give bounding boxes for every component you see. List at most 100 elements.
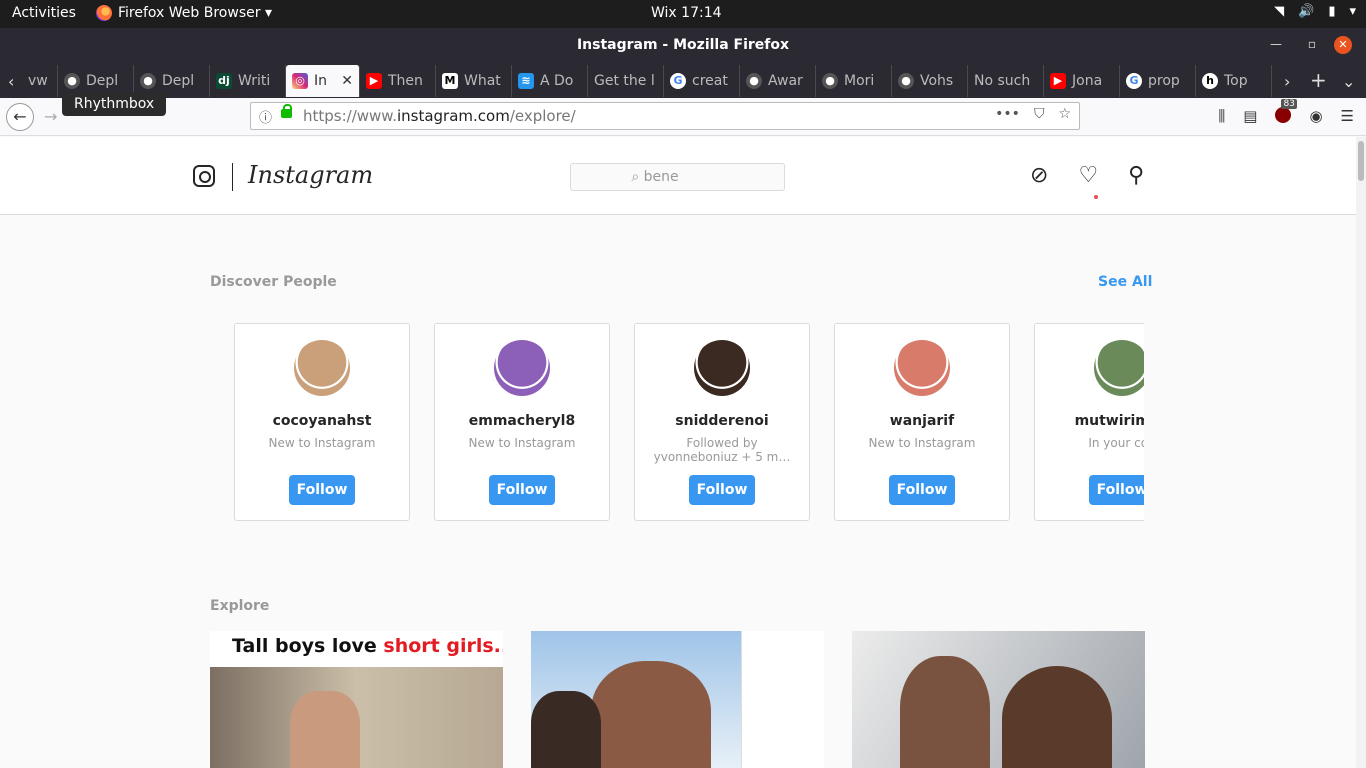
username[interactable]: wanjarif <box>835 413 1009 429</box>
library-icon[interactable]: ⫼ <box>1218 107 1225 125</box>
tab-label: Get the l <box>594 73 655 89</box>
explore-post[interactable] <box>531 631 824 768</box>
account-icon[interactable]: ◉ <box>1309 107 1322 125</box>
google-icon: G <box>670 73 686 89</box>
new-tab-icon[interactable]: + <box>1310 68 1327 92</box>
avatar[interactable] <box>894 340 950 396</box>
scroll-tabs-right-icon[interactable]: › <box>1284 72 1290 91</box>
post-person <box>1002 666 1112 768</box>
system-top-bar: Activities Firefox Web Browser ▾ Wix 17:… <box>0 0 1366 28</box>
url-bar[interactable]: ⓘ https://www.instagram.com/explore/ •••… <box>250 102 1080 130</box>
system-tray[interactable]: ◥ 🔊 ▮ ▾ <box>1274 4 1356 19</box>
post-person <box>290 691 360 768</box>
volume-icon: 🔊 <box>1298 4 1315 19</box>
search-input[interactable] <box>643 169 724 185</box>
browser-tab[interactable]: No such <box>968 65 1044 97</box>
explore-post[interactable]: Tall boys love short girls.. <box>210 631 503 768</box>
sidebar-icon[interactable]: ▤ <box>1243 107 1257 125</box>
suggestion-reason: New to Instagram <box>868 436 976 450</box>
instagram-wordmark[interactable]: Instagram <box>248 161 373 189</box>
tab-strip: ‹ vw ● Depl ● Depl dj Writi ◎ In ✕ ▶ Then M What ≋ A Do… <box>0 62 1366 98</box>
follow-button[interactable]: Follow <box>489 475 555 505</box>
heart-icon[interactable]: ♡ <box>1078 163 1098 188</box>
hamburger-menu-icon[interactable]: ☰ <box>1341 107 1354 125</box>
github-icon: ● <box>898 73 914 89</box>
username[interactable]: snidderenoi <box>635 413 809 429</box>
comment-panel <box>741 631 824 768</box>
avatar[interactable] <box>694 340 750 396</box>
profile-icon[interactable]: ⚲ <box>1128 163 1144 188</box>
browser-tab[interactable]: ≋ A Do <box>512 65 588 97</box>
avatar[interactable] <box>1094 340 1144 396</box>
battery-icon: ▮ <box>1328 4 1336 19</box>
tab-label: Jona <box>1072 73 1103 89</box>
app-menu[interactable]: Firefox Web Browser ▾ <box>96 5 272 21</box>
back-button[interactable]: ← <box>6 103 34 131</box>
tab-active[interactable]: ◎ In ✕ <box>286 65 360 97</box>
search-box[interactable]: ⌕ <box>570 163 785 191</box>
django-icon: dj <box>216 73 232 89</box>
follow-button[interactable]: Follow <box>289 475 355 505</box>
browser-tab[interactable]: dj Writi <box>210 65 286 97</box>
list-tabs-icon[interactable]: ⌄ <box>1342 72 1355 91</box>
clock[interactable]: Wix 17:14 <box>651 5 722 21</box>
bookmark-star-icon[interactable]: ☆ <box>1058 106 1071 122</box>
browser-tab[interactable]: vw <box>22 65 58 97</box>
forward-button[interactable]: → <box>44 107 57 126</box>
close-window-button[interactable]: ✕ <box>1334 36 1352 54</box>
explore-compass-icon[interactable]: ⊘ <box>1030 163 1048 188</box>
username[interactable]: cocoyanahst <box>235 413 409 429</box>
browser-tab[interactable]: Gcreat <box>664 65 740 97</box>
person-card: cocoyanahst New to Instagram Follow <box>234 323 410 521</box>
site-info-icon[interactable]: ⓘ <box>259 107 272 126</box>
browser-tab[interactable]: Gprop <box>1120 65 1196 97</box>
maximize-icon[interactable]: ▫ <box>1308 37 1316 51</box>
browser-tab[interactable]: ● Awar <box>740 65 816 97</box>
explore-post[interactable] <box>852 631 1145 768</box>
page-actions-icon[interactable]: ••• <box>995 106 1020 122</box>
follow-button[interactable]: Follow <box>1089 475 1144 505</box>
tab-label: creat <box>692 73 728 89</box>
search-icon: ⌕ <box>631 169 640 185</box>
follow-button[interactable]: Follow <box>889 475 955 505</box>
avatar[interactable] <box>494 340 550 396</box>
header-divider <box>232 163 233 191</box>
browser-tab[interactable]: Get the l <box>588 65 664 97</box>
browser-tab[interactable]: M What <box>436 65 512 97</box>
minimize-icon[interactable]: — <box>1270 37 1282 51</box>
browser-tab[interactable]: h Top <box>1196 65 1272 97</box>
follow-button[interactable]: Follow <box>689 475 755 505</box>
username[interactable]: emmacheryl8 <box>435 413 609 429</box>
url-text[interactable]: https://www.instagram.com/explore/ <box>303 107 576 125</box>
tab-label: Awar <box>768 73 803 89</box>
ublock-icon[interactable]: 83 <box>1275 99 1297 123</box>
discover-title: Discover People <box>210 274 337 290</box>
person-card: mutwirimoh In your con Follow <box>1034 323 1144 521</box>
lock-icon <box>281 104 292 118</box>
window-title: Instagram - Mozilla Firefox <box>576 37 790 53</box>
see-all-link[interactable]: See All <box>1098 274 1152 290</box>
browser-tab[interactable]: ● Mori <box>816 65 892 97</box>
tab-label: Writi <box>238 73 271 89</box>
activities-button[interactable]: Activities <box>12 5 76 21</box>
scrollbar-thumb[interactable] <box>1358 141 1364 181</box>
instagram-icon: ◎ <box>292 73 308 89</box>
medium-icon: M <box>442 73 458 89</box>
username[interactable]: mutwirimoh <box>1035 413 1144 429</box>
suggestion-reason: In your con <box>1088 436 1144 450</box>
github-icon: ● <box>140 73 156 89</box>
browser-tab[interactable]: ● Vohs <box>892 65 968 97</box>
firefox-icon <box>96 5 112 21</box>
pocket-icon[interactable]: ⛉ <box>1034 106 1045 122</box>
browser-tab[interactable]: ▶ Then <box>360 65 436 97</box>
close-tab-icon[interactable]: ✕ <box>341 73 353 89</box>
page-scrollbar[interactable] <box>1356 137 1366 768</box>
tab-label: Top <box>1224 73 1248 89</box>
youtube-icon: ▶ <box>366 73 382 89</box>
instagram-header: Instagram ⌕ ⊘ ♡ ⚲ <box>0 137 1356 215</box>
avatar[interactable] <box>294 340 350 396</box>
scroll-tabs-left-icon[interactable]: ‹ <box>8 72 14 91</box>
app-menu-label: Firefox Web Browser ▾ <box>118 5 272 21</box>
instagram-camera-icon[interactable] <box>193 165 215 187</box>
browser-tab[interactable]: ▶ Jona <box>1044 65 1120 97</box>
